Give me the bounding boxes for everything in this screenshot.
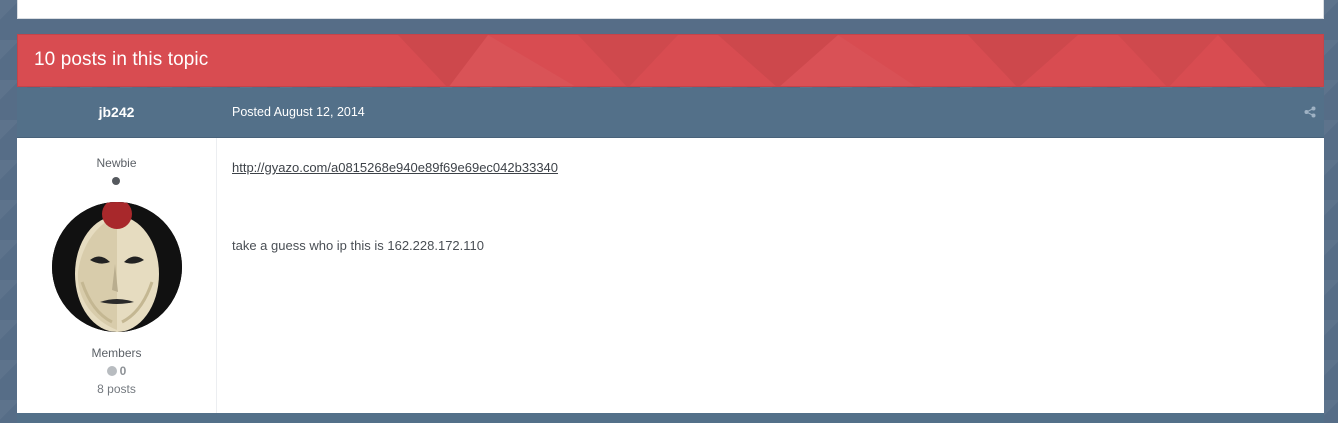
author-name-link[interactable]: jb242 <box>17 104 216 120</box>
post-content: http://gyazo.com/a0815268e940e89f69e69ec… <box>232 160 558 175</box>
author-rank: Newbie <box>96 156 137 170</box>
post-header-bar: jb242 Posted August 12, 2014 <box>17 88 1324 138</box>
avatar-mask-icon <box>52 202 182 332</box>
post-link[interactable]: http://gyazo.com/a0815268e940e89f69e69ec… <box>232 160 558 175</box>
posted-date: Posted August 12, 2014 <box>232 105 365 119</box>
author-group: Members <box>91 346 142 360</box>
previous-section-box <box>17 0 1324 19</box>
share-icon[interactable] <box>1304 106 1316 118</box>
post-body: Newbie Members 0 8 posts http://gyazo.co… <box>17 138 1324 413</box>
reputation-badge[interactable]: 0 <box>17 364 216 378</box>
avatar[interactable] <box>52 202 182 332</box>
reputation-value: 0 <box>119 364 127 378</box>
header-pattern <box>398 35 1323 86</box>
topic-header: 10 posts in this topic <box>17 34 1324 87</box>
topic-title: 10 posts in this topic <box>34 49 209 70</box>
online-status-icon <box>112 177 120 185</box>
author-panel: Newbie Members 0 8 posts <box>17 138 217 413</box>
author-post-count: 8 posts <box>97 382 136 396</box>
next-post-header-bar <box>17 413 1324 423</box>
reputation-icon <box>106 366 117 376</box>
post-text: take a guess who ip this is 162.228.172.… <box>232 238 484 253</box>
